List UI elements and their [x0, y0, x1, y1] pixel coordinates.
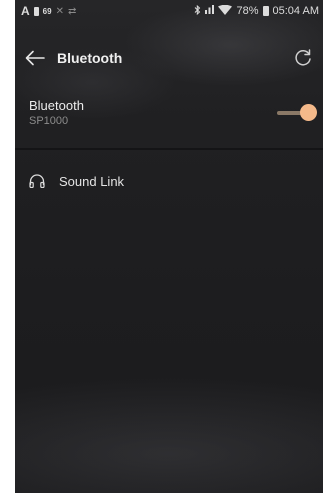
- paired-device-row[interactable]: Sound Link: [15, 166, 323, 196]
- battery-percent: 78%: [236, 5, 259, 17]
- back-button[interactable]: [23, 46, 47, 70]
- refresh-icon: [295, 49, 311, 66]
- device-battery-icon: [33, 6, 39, 16]
- status-left: A 69 ✕ ⇄: [21, 4, 76, 18]
- app-mark: A: [21, 4, 30, 18]
- toggle-thumb: [300, 104, 317, 121]
- signal-bars-icon: [205, 5, 215, 17]
- back-arrow-icon: [25, 50, 45, 66]
- status-right: 78% 05:04 AM: [194, 4, 319, 18]
- bluetooth-status-icon: [194, 4, 201, 18]
- status-bar: A 69 ✕ ⇄ 78% 05:04 AM: [15, 0, 323, 22]
- device-label: Sound Link: [59, 173, 125, 189]
- battery-icon: [262, 6, 269, 16]
- device-name: SP1000: [29, 115, 69, 127]
- app-header: Bluetooth: [15, 40, 323, 76]
- shuffle-off-icon: ✕: [55, 5, 64, 17]
- wifi-icon: [218, 4, 233, 18]
- bluetooth-screen: A 69 ✕ ⇄ 78% 05:04 AM Bluetooth Bluetoot…: [15, 0, 323, 493]
- bluetooth-label: Bluetooth: [29, 98, 84, 113]
- volume-level: 69: [42, 6, 52, 16]
- refresh-button[interactable]: [291, 46, 315, 70]
- clock: 05:04 AM: [272, 5, 319, 17]
- repeat-off-icon: ⇄: [67, 5, 77, 17]
- headphones-icon: [29, 174, 45, 188]
- page-title: Bluetooth: [57, 50, 123, 66]
- bluetooth-toggle[interactable]: [277, 104, 317, 122]
- bluetooth-setting-row[interactable]: Bluetooth SP1000: [15, 88, 323, 150]
